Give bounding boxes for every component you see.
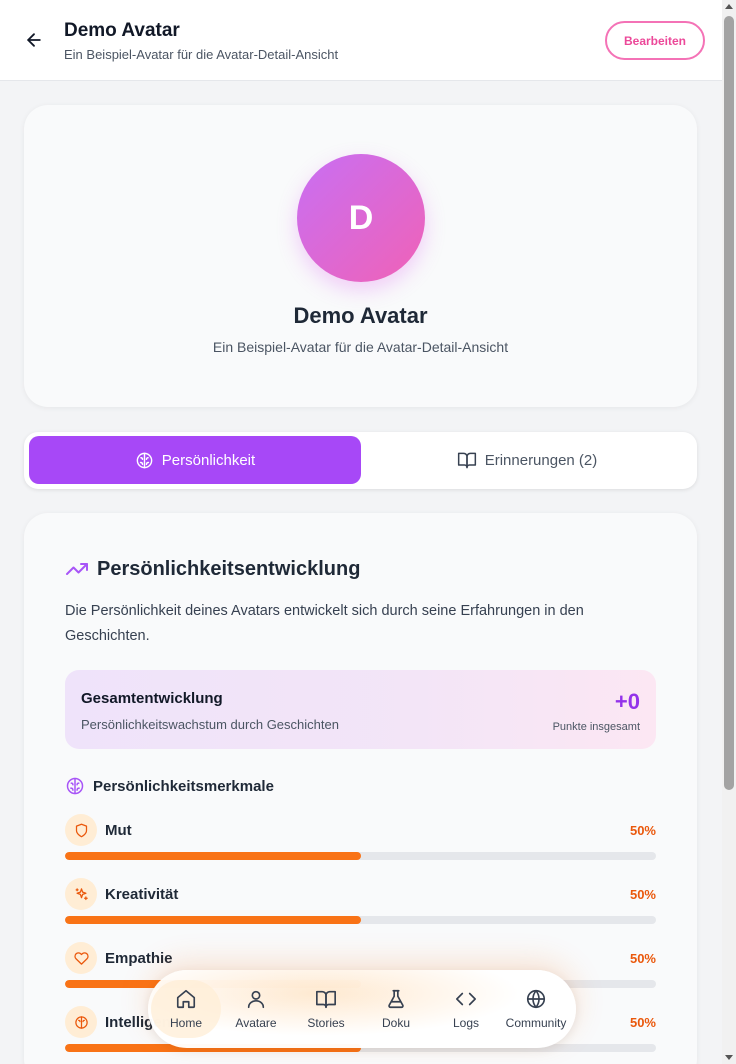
nav-item-avatare[interactable]: Avatare: [221, 980, 291, 1038]
trait-progress-bar: [65, 916, 656, 924]
traits-heading: Persönlichkeitsmerkmale: [65, 776, 274, 796]
section-description: Die Persönlichkeit deines Avatars entwic…: [65, 603, 584, 644]
code-icon: [456, 992, 476, 1006]
scroll-down-arrow-icon[interactable]: [725, 1055, 733, 1060]
back-button[interactable]: [22, 28, 46, 52]
app-header: Demo Avatar Ein Beispiel-Avatar für die …: [0, 0, 722, 81]
page-subtitle: Ein Beispiel-Avatar für die Avatar-Detai…: [64, 47, 339, 62]
avatar: D: [297, 154, 425, 282]
trait-percent: 50%: [629, 951, 656, 966]
section-title: Persönlichkeitsentwicklung: [65, 557, 360, 581]
nav-label: Home: [169, 1016, 202, 1030]
arrow-left-icon: [27, 33, 41, 47]
nav-item-community[interactable]: Community: [501, 980, 571, 1038]
nav-label: Logs: [452, 1016, 480, 1030]
nav-label: Community: [505, 1016, 567, 1030]
nav-item-stories[interactable]: Stories: [291, 980, 361, 1038]
total-development-box: Gesamtentwicklung Persönlichkeitswachstu…: [65, 670, 656, 749]
scroll-up-arrow-icon[interactable]: [725, 4, 733, 9]
traits-heading-text: Persönlichkeitsmerkmale: [93, 777, 274, 795]
avatar-description: Ein Beispiel-Avatar für die Avatar-Detai…: [212, 339, 509, 355]
nav-item-doku[interactable]: Doku: [361, 980, 431, 1038]
book-open-icon: [457, 452, 476, 469]
shield-icon: [65, 814, 97, 846]
trait-row-mut: Mut 50%: [65, 814, 656, 868]
brain-icon: [66, 777, 84, 795]
avatar-name: Demo Avatar: [293, 303, 428, 328]
nav-label: Doku: [381, 1016, 410, 1030]
trait-name: Kreativität: [105, 886, 179, 903]
nav-label: Avatare: [235, 1016, 277, 1030]
total-value-label: Punkte insgesamt: [552, 721, 640, 733]
scrollbar-thumb[interactable]: [724, 16, 734, 790]
total-title: Gesamtentwicklung: [81, 690, 223, 707]
home-icon: [176, 989, 196, 1009]
section-title-text: Persönlichkeitsentwicklung: [97, 557, 361, 580]
nav-item-logs[interactable]: Logs: [431, 980, 501, 1038]
detail-tabs: Persönlichkeit Erinnerungen (2): [24, 432, 697, 489]
trait-percent: 50%: [629, 887, 656, 902]
tab-memories[interactable]: Erinnerungen (2): [361, 436, 693, 484]
user-icon: [247, 990, 265, 1009]
nav-item-home[interactable]: Home: [151, 980, 221, 1038]
trait-name: Empathie: [105, 950, 173, 967]
heart-icon: [65, 942, 97, 974]
flask-icon: [388, 989, 404, 1009]
tab-personality-label: Persönlichkeit: [161, 451, 256, 469]
total-subtitle: Persönlichkeitswachstum durch Geschichte…: [81, 717, 339, 732]
trait-name: Mut: [105, 822, 132, 839]
brain-icon: [65, 1006, 97, 1038]
brain-icon: [136, 452, 153, 468]
nav-label: Stories: [307, 1016, 345, 1030]
tab-personality[interactable]: Persönlichkeit: [29, 436, 361, 484]
book-open-icon: [316, 990, 336, 1009]
trait-row-kreativitaet: Kreativität 50%: [65, 878, 656, 932]
page-title: Demo Avatar: [64, 20, 180, 41]
trending-up-icon: [66, 563, 88, 575]
sparkles-icon: [65, 878, 97, 910]
tab-memories-label: Erinnerungen (2): [484, 451, 598, 469]
trait-progress-fill: [65, 852, 361, 860]
bottom-navigation: Home Avatare Stories Doku Logs Community: [148, 970, 576, 1048]
trait-progress-fill: [65, 916, 361, 924]
avatar-profile-card: D Demo Avatar Ein Beispiel-Avatar für di…: [24, 105, 697, 407]
trait-percent: 50%: [629, 823, 656, 838]
globe-icon: [526, 989, 546, 1009]
scrollbar[interactable]: [722, 0, 736, 1064]
trait-progress-bar: [65, 852, 656, 860]
edit-button[interactable]: Bearbeiten: [605, 21, 705, 60]
trait-percent: 50%: [629, 1015, 656, 1030]
total-value: +0: [614, 689, 640, 714]
